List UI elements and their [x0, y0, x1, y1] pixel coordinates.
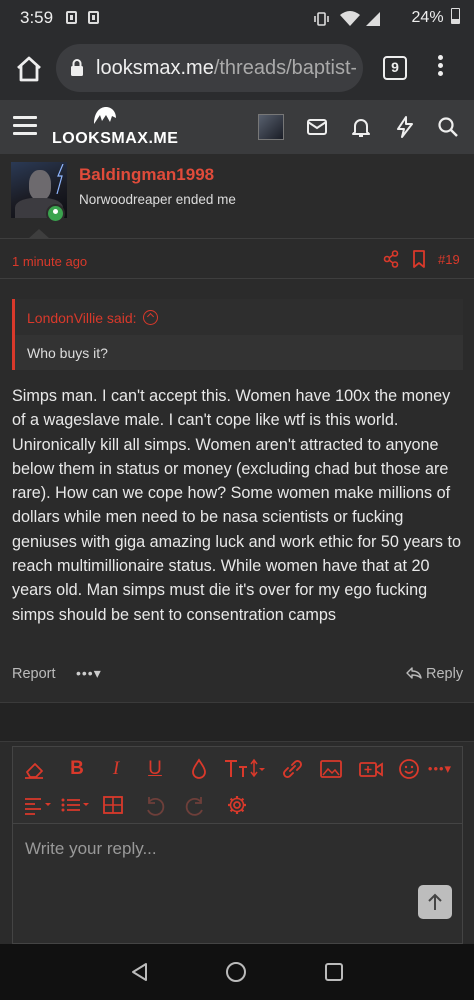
hair-logo-icon: [94, 107, 116, 124]
quote-block: LondonVillie said: Who buys it?: [12, 299, 463, 370]
more-options-button[interactable]: •••▾: [76, 665, 102, 682]
editor-toolbar: B I U •••▾: [13, 747, 462, 824]
divider: [0, 238, 474, 239]
home-nav-icon[interactable]: [226, 962, 246, 982]
signal-icon: [366, 12, 380, 26]
link-icon[interactable]: [278, 756, 306, 782]
scroll-up-button[interactable]: [418, 885, 452, 919]
post-number[interactable]: #19: [438, 252, 460, 267]
notification-icon: [88, 11, 99, 24]
text-color-icon[interactable]: [185, 756, 213, 782]
table-icon[interactable]: [99, 792, 127, 818]
smiley-icon[interactable]: [395, 756, 423, 782]
post-timestamp[interactable]: 1 minute ago: [12, 254, 87, 269]
bookmark-icon[interactable]: [412, 250, 426, 268]
media-icon[interactable]: [357, 756, 385, 782]
align-icon[interactable]: [21, 792, 55, 818]
status-time: 3:59: [20, 8, 54, 27]
reply-icon: [406, 667, 422, 679]
list-icon[interactable]: [58, 792, 94, 818]
quote-text: Who buys it?: [27, 345, 108, 361]
reply-input[interactable]: Write your reply...: [25, 839, 157, 859]
post-body: Simps man. I can't accept this. Women ha…: [12, 387, 461, 624]
underline-button[interactable]: U: [141, 756, 169, 782]
site-logo[interactable]: LOOKSMAX.ME: [52, 106, 178, 150]
post-container: Baldingman1998 Norwoodreaper ended me 1 …: [0, 154, 474, 944]
back-icon[interactable]: [130, 962, 150, 982]
status-bar: 3:59 24%: [0, 0, 474, 36]
account-avatar[interactable]: [258, 114, 284, 140]
tab-switcher-button[interactable]: 9: [383, 56, 407, 80]
battery-percent: 24%: [411, 9, 444, 26]
lock-icon: [71, 59, 83, 76]
online-status-icon: [46, 204, 65, 223]
bell-icon[interactable]: [349, 115, 373, 139]
section-gap: [0, 702, 474, 742]
vibrate-icon: [314, 12, 329, 26]
home-icon[interactable]: [14, 54, 44, 84]
battery-icon: [451, 8, 460, 24]
system-icons: [314, 10, 404, 33]
inbox-icon[interactable]: [305, 115, 329, 139]
wifi-icon: [340, 11, 360, 26]
arrow-up-icon: [428, 893, 442, 910]
divider-pointer: [28, 229, 50, 239]
search-icon[interactable]: [436, 115, 460, 139]
divider: [0, 278, 474, 279]
undo-icon[interactable]: [141, 792, 169, 818]
recent-apps-icon[interactable]: [325, 963, 343, 981]
poster-username[interactable]: Baldingman1998: [79, 165, 214, 185]
italic-button[interactable]: I: [102, 756, 130, 782]
reply-button[interactable]: Reply: [406, 666, 463, 682]
browser-toolbar: looksmax.me/threads/baptist- 9: [0, 36, 474, 100]
site-header: LOOKSMAX.ME: [0, 100, 474, 154]
quote-author-link[interactable]: LondonVillie said:: [27, 310, 158, 326]
reply-editor: B I U •••▾ Write your reply...: [12, 746, 463, 944]
eraser-icon[interactable]: [21, 756, 49, 782]
redo-icon[interactable]: [181, 792, 209, 818]
report-link[interactable]: Report: [12, 666, 56, 682]
settings-gear-icon[interactable]: [223, 792, 251, 818]
font-size-icon[interactable]: [221, 756, 265, 782]
bolt-icon[interactable]: [393, 115, 417, 139]
bold-button[interactable]: B: [63, 756, 91, 782]
more-tools-button[interactable]: •••▾: [423, 756, 457, 782]
url-text: looksmax.me/threads/baptist-: [96, 57, 356, 79]
share-icon[interactable]: [383, 250, 399, 268]
browser-menu-icon[interactable]: [432, 52, 448, 82]
image-icon[interactable]: [317, 756, 345, 782]
notification-icon: [66, 11, 77, 24]
address-bar[interactable]: looksmax.me/threads/baptist-: [56, 44, 363, 92]
arrow-up-circle-icon[interactable]: [142, 310, 158, 325]
system-nav-bar: [0, 944, 474, 1000]
poster-user-title: Norwoodreaper ended me: [79, 192, 236, 207]
hamburger-menu-icon[interactable]: [13, 116, 37, 136]
